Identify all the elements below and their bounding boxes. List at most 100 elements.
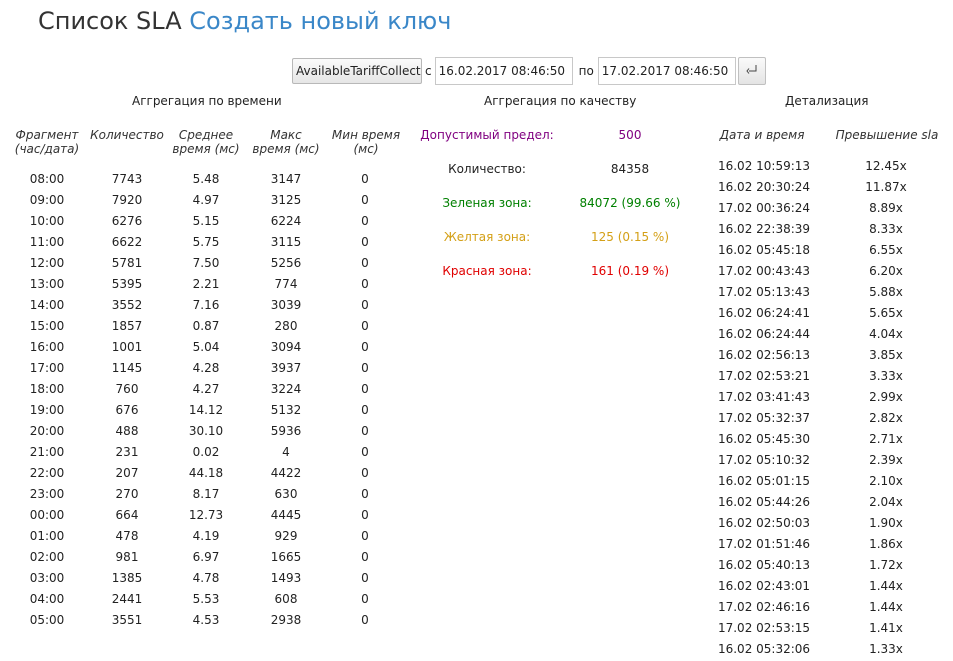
- cell-count: 981: [115, 550, 139, 564]
- cell-excess: 1.44x: [869, 579, 903, 593]
- cell-datetime: 17.02 00:36:24: [717, 201, 811, 215]
- cell-count: 1857: [111, 319, 143, 333]
- cell-count: 478: [115, 529, 139, 543]
- cell-datetime: 16.02 05:45:18: [717, 243, 811, 257]
- cell-count: 6622: [111, 235, 143, 249]
- cell-fragment: 16:00: [29, 340, 65, 354]
- cell-max: 4422: [270, 466, 302, 480]
- cell-avg: 30.10: [188, 424, 224, 438]
- cell-excess: 1.33x: [869, 642, 903, 656]
- cell-avg: 7.16: [192, 298, 220, 312]
- time-aggregation-title: Аггрегация по времени: [132, 94, 282, 108]
- cell-count: 760: [115, 382, 139, 396]
- cell-min: 0: [361, 403, 369, 417]
- page-title: Список SLA Создать новый ключ: [38, 7, 451, 35]
- cell-min: 0: [361, 214, 369, 228]
- cell-max: 5256: [270, 256, 302, 270]
- details-title: Детализация: [785, 94, 869, 108]
- cell-max: 3147: [270, 172, 302, 186]
- col-count-header: Количество: [90, 128, 164, 142]
- cell-fragment: 03:00: [29, 571, 65, 585]
- cell-excess: 2.82x: [869, 411, 903, 425]
- cell-excess: 3.33x: [869, 369, 903, 383]
- cell-datetime: 16.02 06:24:44: [717, 327, 811, 341]
- from-date-input[interactable]: 16.02.2017 08:46:50: [434, 57, 573, 85]
- cell-avg: 14.12: [188, 403, 224, 417]
- cell-avg: 4.53: [192, 613, 220, 627]
- cell-min: 0: [361, 571, 369, 585]
- col-max-header: Макс время (мс): [252, 128, 320, 156]
- cell-excess: 6.20x: [869, 264, 903, 278]
- cell-count: 488: [115, 424, 139, 438]
- cell-avg: 12.73: [188, 508, 224, 522]
- cell-excess: 2.71x: [869, 432, 903, 446]
- cell-min: 0: [361, 466, 369, 480]
- cell-avg: 6.97: [192, 550, 220, 564]
- cell-excess: 1.41x: [869, 621, 903, 635]
- cell-excess: 11.87x: [865, 180, 907, 194]
- cell-max: 3224: [270, 382, 302, 396]
- cell-count: 5781: [111, 256, 143, 270]
- cell-avg: 5.53: [192, 592, 220, 606]
- quality-value: 161 (0.19 %): [590, 264, 670, 278]
- enter-icon: [746, 64, 758, 79]
- col-datetime-header: Дата и время: [719, 128, 805, 142]
- cell-count: 664: [115, 508, 139, 522]
- cell-excess: 8.89x: [869, 201, 903, 215]
- cell-avg: 7.50: [192, 256, 220, 270]
- cell-min: 0: [361, 550, 369, 564]
- quality-value: 84358: [610, 162, 650, 176]
- cell-avg: 44.18: [188, 466, 224, 480]
- cell-fragment: 02:00: [29, 550, 65, 564]
- cell-excess: 8.33x: [869, 222, 903, 236]
- cell-avg: 5.04: [192, 340, 220, 354]
- cell-min: 0: [361, 340, 369, 354]
- cell-min: 0: [361, 298, 369, 312]
- cell-fragment: 11:00: [29, 235, 65, 249]
- cell-max: 4445: [270, 508, 302, 522]
- cell-min: 0: [361, 613, 369, 627]
- cell-max: 1665: [270, 550, 302, 564]
- cell-max: 6224: [270, 214, 302, 228]
- quality-value: 125 (0.15 %): [590, 230, 670, 244]
- to-label: по: [578, 64, 594, 78]
- col-excess-header: Превышение sla: [835, 128, 939, 142]
- cell-excess: 2.99x: [869, 390, 903, 404]
- cell-excess: 2.10x: [869, 474, 903, 488]
- cell-datetime: 16.02 05:44:26: [717, 495, 811, 509]
- cell-excess: 4.04x: [869, 327, 903, 341]
- cell-max: 3115: [270, 235, 302, 249]
- cell-fragment: 20:00: [29, 424, 65, 438]
- cell-datetime: 17.02 05:10:32: [717, 453, 811, 467]
- cell-avg: 4.97: [192, 193, 220, 207]
- cell-min: 0: [361, 592, 369, 606]
- submit-button[interactable]: [737, 57, 766, 85]
- create-key-link[interactable]: Создать новый ключ: [189, 7, 451, 35]
- cell-datetime: 16.02 10:59:13: [717, 159, 811, 173]
- cell-fragment: 04:00: [29, 592, 65, 606]
- cell-fragment: 13:00: [29, 277, 65, 291]
- cell-fragment: 23:00: [29, 487, 65, 501]
- cell-count: 7743: [111, 172, 143, 186]
- cell-fragment: 21:00: [29, 445, 65, 459]
- cell-min: 0: [361, 487, 369, 501]
- cell-count: 231: [115, 445, 139, 459]
- cell-fragment: 08:00: [29, 172, 65, 186]
- cell-datetime: 17.02 00:43:43: [717, 264, 811, 278]
- cell-count: 3551: [111, 613, 143, 627]
- cell-datetime: 17.02 02:53:15: [717, 621, 811, 635]
- cell-min: 0: [361, 361, 369, 375]
- cell-avg: 4.27: [192, 382, 220, 396]
- cell-avg: 8.17: [192, 487, 220, 501]
- cell-fragment: 12:00: [29, 256, 65, 270]
- to-date-input[interactable]: 17.02.2017 08:46:50: [597, 57, 736, 85]
- cell-datetime: 16.02 06:24:41: [717, 306, 811, 320]
- cell-min: 0: [361, 508, 369, 522]
- cell-datetime: 17.02 05:32:37: [717, 411, 811, 425]
- cell-avg: 4.28: [192, 361, 220, 375]
- method-select[interactable]: AvailableTariffCollect: [292, 58, 422, 84]
- cell-excess: 1.72x: [869, 558, 903, 572]
- cell-excess: 12.45x: [865, 159, 907, 173]
- cell-max: 3937: [270, 361, 302, 375]
- filter-bar: AvailableTariffCollect с 16.02.2017 08:4…: [292, 57, 766, 85]
